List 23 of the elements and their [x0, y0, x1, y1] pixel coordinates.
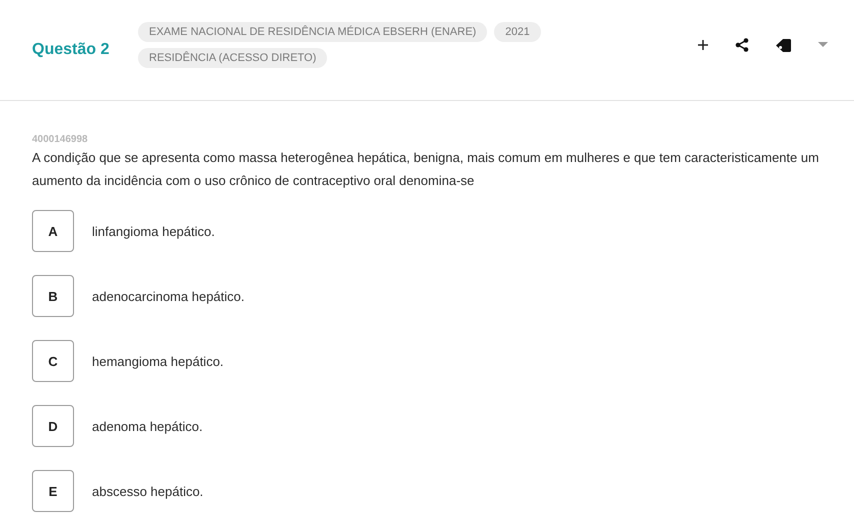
- option-text[interactable]: adenoma hepático.: [92, 418, 203, 434]
- share-icon: [735, 38, 749, 52]
- option-text[interactable]: hemangioma hepático.: [92, 354, 224, 368]
- dropdown-button[interactable]: [816, 40, 830, 50]
- option-letter-button[interactable]: B: [32, 275, 74, 317]
- exam-tag: 2021: [494, 22, 541, 42]
- share-button[interactable]: [733, 36, 751, 54]
- option-text[interactable]: adenocarcinoma hepático.: [92, 288, 244, 304]
- option-text[interactable]: linfangioma hepático.: [92, 224, 215, 238]
- exam-tag: RESIDÊNCIA (ACESSO DIRETO): [138, 48, 328, 68]
- plus-icon: [697, 39, 709, 51]
- caret-icon: [818, 42, 828, 48]
- option-letter-button[interactable]: C: [32, 340, 74, 382]
- option-letter-button[interactable]: D: [32, 405, 74, 447]
- option-letter-button[interactable]: E: [32, 470, 74, 512]
- option-text[interactable]: abscesso hepático.: [92, 484, 204, 498]
- question-id: 4000146998: [32, 134, 89, 145]
- exam-tag: EXAME NACIONAL DE RESIDÊNCIA MÉDICA EBSERH (ENARE): [138, 22, 488, 42]
- question-text: A condição que se apresenta como massa heterogênea hepática, benigna, mais comum em mulheres e que tem caracteristicamente um aumento da incidência com o uso crônico de contraceptivo oral denomina-se: [32, 149, 820, 190]
- option-letter-button[interactable]: A: [32, 210, 74, 252]
- tag-icon: [775, 38, 792, 52]
- question-title: Questão 2: [32, 41, 110, 59]
- add-button[interactable]: [695, 37, 711, 53]
